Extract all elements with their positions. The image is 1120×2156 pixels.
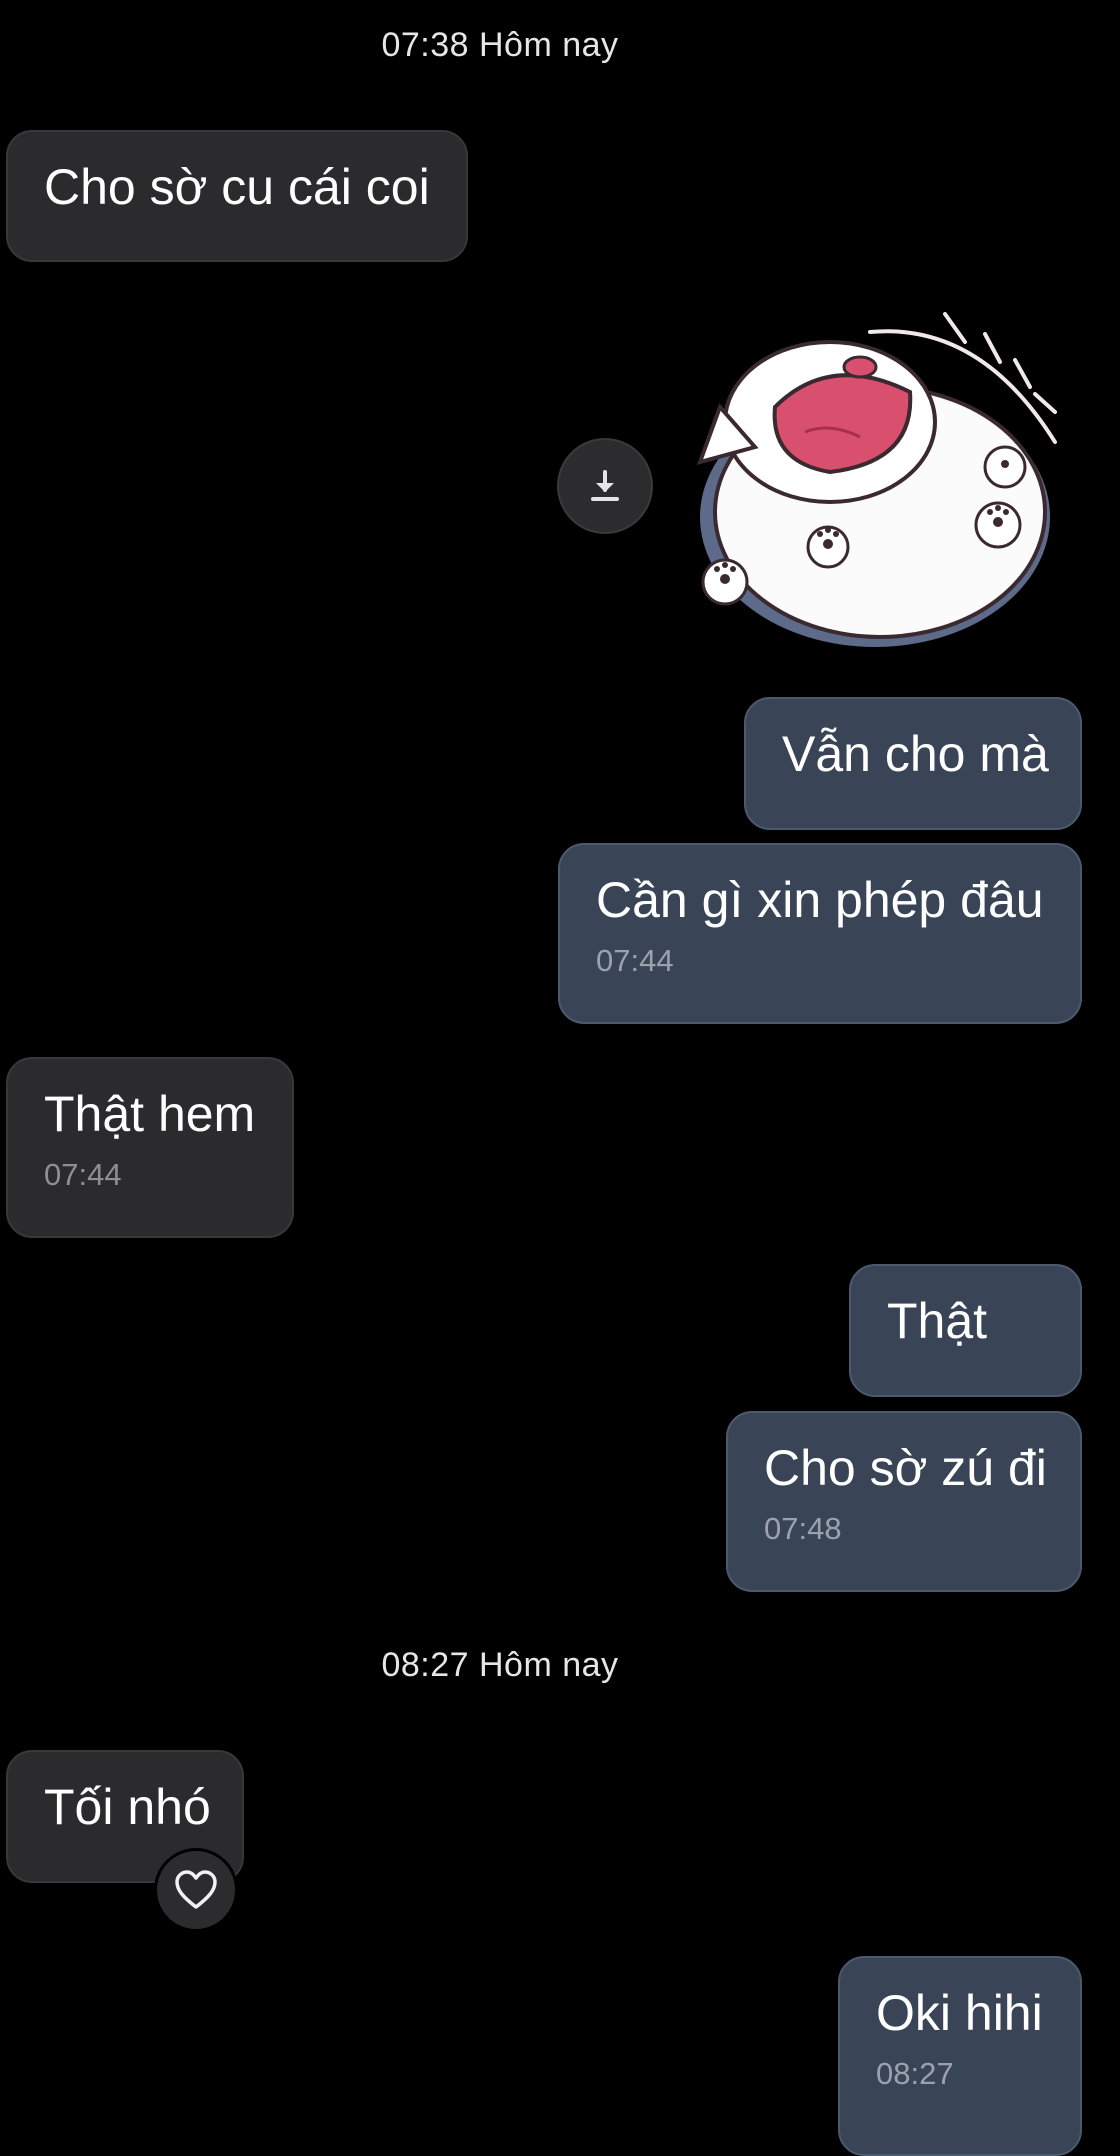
message-bubble-outgoing[interactable]: Cần gì xin phép đâu 07:44 (558, 843, 1082, 1024)
date-divider: 08:27 Hôm nay (381, 1646, 619, 1684)
message-text: Tối nhó (44, 1779, 211, 1835)
message-bubble-outgoing[interactable]: Oki hihi 08:27 (838, 1956, 1082, 2156)
date-divider: 07:38 Hôm nay (381, 26, 619, 64)
message-bubble-outgoing[interactable]: Vẫn cho mà (744, 697, 1082, 830)
message-text: Cho sờ zú đi (764, 1440, 1047, 1496)
message-timestamp: 07:48 (764, 1511, 842, 1546)
message-timestamp: 07:44 (44, 1157, 122, 1192)
message-text: Thật (887, 1293, 988, 1349)
message-bubble-outgoing[interactable]: Cho sờ zú đi 07:48 (726, 1411, 1082, 1592)
download-button[interactable] (557, 438, 653, 534)
message-text: Cần gì xin phép đâu (596, 872, 1044, 928)
message-bubble-outgoing[interactable]: Thật (849, 1264, 1082, 1397)
message-timestamp: 07:44 (596, 943, 674, 978)
heart-icon (175, 1870, 217, 1909)
message-bubble-incoming[interactable]: Thật hem 07:44 (6, 1057, 294, 1238)
message-timestamp: 08:27 (876, 2056, 954, 2091)
message-text: Cho sờ cu cái coi (44, 159, 430, 215)
message-text: Oki hihi (876, 1985, 1043, 2041)
message-text: Thật hem (44, 1086, 256, 1142)
cat-sticker[interactable] (680, 312, 1080, 682)
message-bubble-incoming[interactable]: Cho sờ cu cái coi (6, 130, 468, 262)
cat-sticker-image (696, 312, 1057, 647)
reaction-button[interactable] (154, 1848, 238, 1932)
download-icon (591, 470, 619, 501)
message-text: Vẫn cho mà (782, 726, 1049, 782)
